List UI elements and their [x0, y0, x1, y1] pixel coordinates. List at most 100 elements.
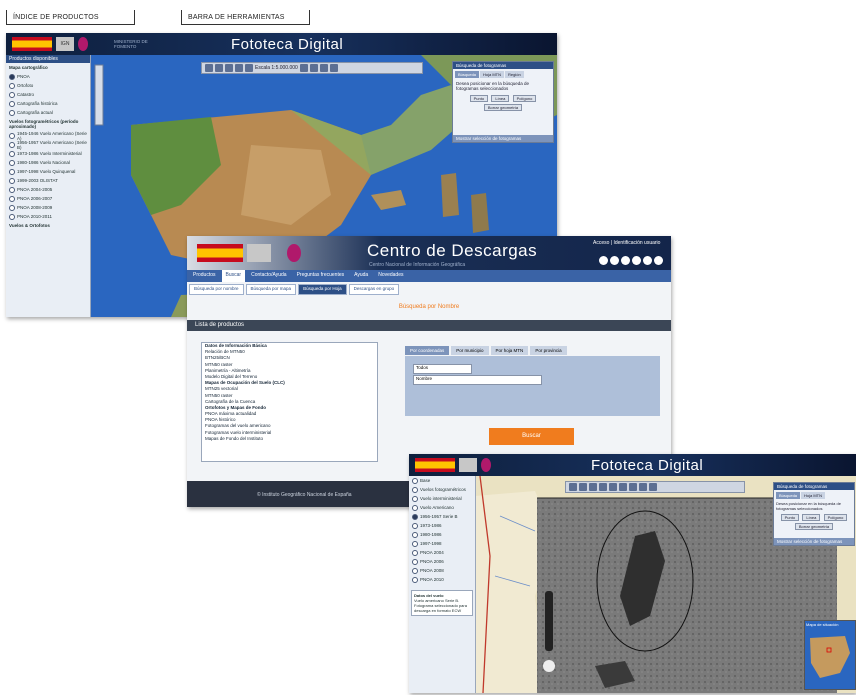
flight-item[interactable]: 1999-2003 OLISTAT: [6, 176, 90, 185]
layer-item[interactable]: PNOA 2010: [409, 575, 475, 584]
zoom-box-icon[interactable]: [235, 64, 243, 72]
subnav-item[interactable]: Búsqueda por Hoja: [298, 284, 347, 295]
layer-item[interactable]: Base: [409, 476, 475, 485]
zoom-controls[interactable]: [94, 64, 104, 126]
search-tab[interactable]: Por coordenadas: [405, 346, 450, 355]
layer-item[interactable]: PNOA 2006: [409, 557, 475, 566]
user-link[interactable]: Acceso | Identificación usuario: [593, 240, 660, 246]
nav-item[interactable]: Preguntas frecuentes: [293, 270, 349, 282]
layer-item[interactable]: Vuelos fotogramétricos: [409, 485, 475, 494]
flight-item[interactable]: PNOA 2004-2005: [6, 185, 90, 194]
nav-item[interactable]: Productos: [189, 270, 220, 282]
radio-icon[interactable]: [9, 159, 15, 166]
base-item[interactable]: Cartografía actual: [6, 108, 90, 117]
map-toolbar[interactable]: Escala 1:5.000.000: [201, 62, 423, 74]
radio-icon[interactable]: [9, 213, 15, 220]
share-icon[interactable]: [654, 256, 663, 265]
youtube-icon[interactable]: [621, 256, 630, 265]
popup-tab[interactable]: Hoja MTN: [801, 492, 826, 499]
facebook-icon[interactable]: [599, 256, 608, 265]
zoom-out-icon[interactable]: [225, 64, 233, 72]
radio-icon[interactable]: [412, 540, 418, 547]
clear-geometry-button[interactable]: Borrar geometría: [483, 104, 523, 111]
nav-item[interactable]: Novedades: [374, 270, 407, 282]
print-icon[interactable]: [639, 483, 647, 491]
layer-item[interactable]: 1973-1986: [409, 521, 475, 530]
info-icon[interactable]: [629, 483, 637, 491]
polygon-button[interactable]: Polígono: [823, 514, 848, 521]
help-icon[interactable]: [329, 64, 338, 72]
radio-icon[interactable]: [9, 141, 15, 148]
point-button[interactable]: Punto: [780, 514, 800, 521]
zoom-in-icon[interactable]: [579, 483, 587, 491]
map-toolbar[interactable]: [565, 481, 745, 493]
measure-icon[interactable]: [619, 483, 627, 491]
radio-icon[interactable]: [412, 576, 418, 583]
layer-item[interactable]: 1956-1957 Serie B: [409, 512, 475, 521]
radio-icon[interactable]: [9, 186, 15, 193]
popup-tab[interactable]: Región: [505, 71, 524, 78]
subnav-item[interactable]: Descargas en grupo: [348, 284, 400, 295]
radio-icon[interactable]: [9, 109, 15, 116]
base-item[interactable]: PNOA: [6, 72, 90, 81]
radio-icon[interactable]: [412, 549, 418, 556]
overview-map[interactable]: Mapa de situación: [804, 620, 856, 690]
radio-icon[interactable]: [9, 82, 15, 89]
flight-item[interactable]: 1980-1986 Vuelo Nacional: [6, 158, 90, 167]
radio-icon[interactable]: [9, 150, 15, 157]
flight-item[interactable]: PNOA 2010-2011: [6, 212, 90, 221]
radio-icon[interactable]: [9, 100, 15, 107]
line-button[interactable]: Línea: [802, 514, 821, 521]
radio-icon[interactable]: [412, 522, 418, 529]
product-list[interactable]: Datos de Información Básica Relación de M…: [201, 342, 378, 462]
flight-item[interactable]: 1997-1998 Vuelo Quinquenal: [6, 167, 90, 176]
flight-item[interactable]: 1973-1986 Vuelo Interministerial: [6, 149, 90, 158]
zoom-in-icon[interactable]: [215, 64, 223, 72]
radio-icon[interactable]: [9, 168, 15, 175]
layer-item[interactable]: PNOA 2008: [409, 566, 475, 575]
nav-item[interactable]: Contacto/Ayuda: [247, 270, 291, 282]
twitter-icon[interactable]: [610, 256, 619, 265]
layer-item[interactable]: 1980-1986: [409, 530, 475, 539]
name-input[interactable]: Nombre: [413, 375, 542, 385]
type-select[interactable]: Todos: [413, 364, 472, 374]
zoom-box-icon[interactable]: [599, 483, 607, 491]
pan-icon[interactable]: [569, 483, 577, 491]
layer-item[interactable]: Vuelo interministerial: [409, 494, 475, 503]
search-button[interactable]: Buscar: [489, 428, 574, 445]
layer-item[interactable]: PNOA 2004: [409, 548, 475, 557]
popup-tab[interactable]: Hoja MTN: [480, 71, 505, 78]
flight-item[interactable]: PNOA 2006-2007: [6, 194, 90, 203]
radio-icon[interactable]: [412, 513, 418, 520]
clear-geometry-button[interactable]: Borrar geometría: [794, 523, 834, 530]
flight-item[interactable]: 1956-1957 Vuelo Americano (Serie B): [6, 140, 90, 150]
radio-icon[interactable]: [9, 91, 15, 98]
line-button[interactable]: Línea: [491, 95, 510, 102]
search-tab[interactable]: Por hoja MTN: [490, 346, 529, 355]
radio-icon[interactable]: [9, 195, 15, 202]
layer-item[interactable]: 1997-1998: [409, 539, 475, 548]
subnav-item[interactable]: Búsqueda por nombre: [189, 284, 244, 295]
radio-icon[interactable]: [9, 177, 15, 184]
list-item[interactable]: Mapas de Fondo del Instituto: [202, 436, 377, 442]
radio-icon[interactable]: [412, 567, 418, 574]
base-item[interactable]: Cartografía histórica: [6, 99, 90, 108]
measure-icon[interactable]: [299, 64, 308, 72]
base-item[interactable]: Ortofoto: [6, 81, 90, 90]
popup-footer[interactable]: Mostrar selección de fotogramas: [453, 135, 553, 142]
flight-item[interactable]: PNOA 2008-2009: [6, 203, 90, 212]
point-button[interactable]: Punto: [469, 95, 489, 102]
rss-icon[interactable]: [632, 256, 641, 265]
subnav-item[interactable]: Búsqueda por mapa: [245, 284, 297, 295]
radio-icon[interactable]: [9, 132, 15, 139]
radio-icon[interactable]: [412, 477, 418, 484]
info-icon[interactable]: [309, 64, 318, 72]
radio-icon[interactable]: [412, 495, 418, 502]
zoom-out-icon[interactable]: [589, 483, 597, 491]
full-extent-icon[interactable]: [609, 483, 617, 491]
radio-icon[interactable]: [9, 204, 15, 211]
popup-tab[interactable]: Búsqueda: [776, 492, 801, 499]
radio-icon[interactable]: [412, 504, 418, 511]
base-item[interactable]: Catastro: [6, 90, 90, 99]
popup-tab[interactable]: Búsqueda: [455, 71, 480, 78]
